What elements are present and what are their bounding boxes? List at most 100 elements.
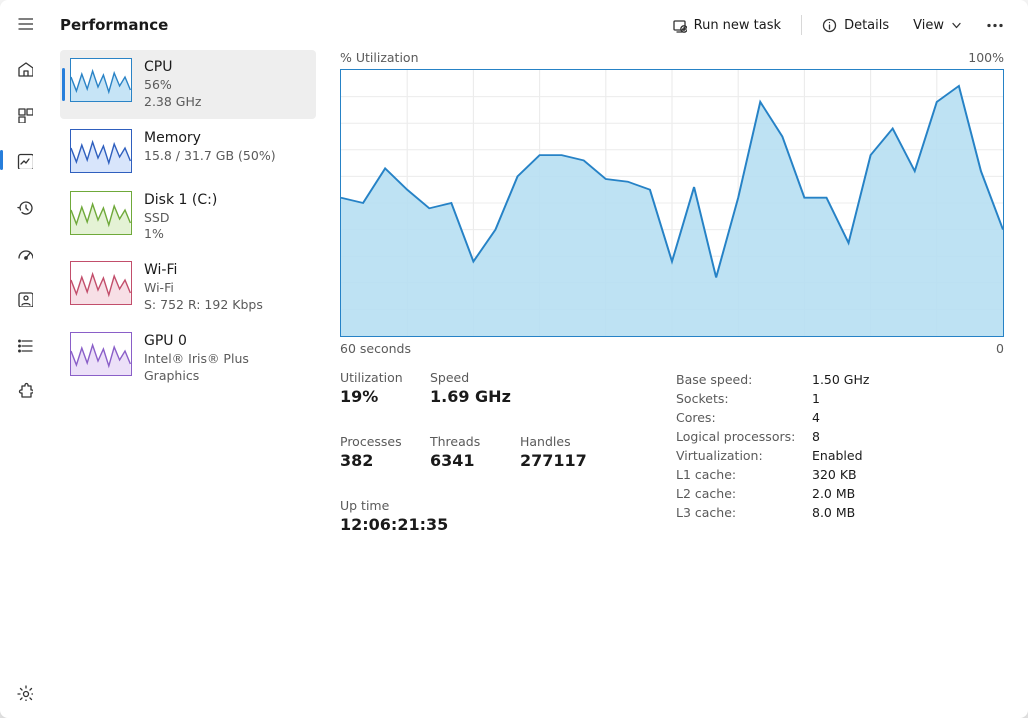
spec-row: L3 cache:8.0 MB bbox=[676, 503, 1004, 522]
nav-home[interactable] bbox=[4, 48, 44, 88]
resource-thumb bbox=[70, 129, 132, 173]
nav-settings[interactable] bbox=[4, 672, 44, 712]
nav-rail bbox=[0, 0, 48, 718]
stat-utilization: Utilization 19% bbox=[340, 370, 430, 406]
divider bbox=[801, 15, 802, 35]
gauge-icon bbox=[16, 244, 33, 261]
run-task-icon bbox=[672, 18, 687, 33]
performance-icon bbox=[16, 152, 33, 169]
stats-row: Utilization 19% Speed 1.69 GHz Processes… bbox=[340, 370, 1004, 534]
page-title: Performance bbox=[58, 16, 168, 34]
cpu-chart bbox=[340, 69, 1004, 337]
spec-key: Cores: bbox=[676, 410, 812, 425]
view-button[interactable]: View bbox=[905, 12, 970, 39]
resource-card-disk-1-c-[interactable]: Disk 1 (C:)SSD1% bbox=[60, 183, 316, 252]
run-new-task-button[interactable]: Run new task bbox=[664, 12, 789, 39]
stat-speed: Speed 1.69 GHz bbox=[430, 370, 520, 406]
info-icon bbox=[822, 18, 837, 33]
nav-services[interactable] bbox=[4, 370, 44, 410]
spec-key: Virtualization: bbox=[676, 448, 812, 463]
content: CPU56%2.38 GHz Memory15.8 / 31.7 GB (50%)… bbox=[48, 50, 1028, 718]
menu-icon bbox=[16, 14, 33, 31]
spec-row: Virtualization:Enabled bbox=[676, 446, 1004, 465]
stats-left: Utilization 19% Speed 1.69 GHz Processes… bbox=[340, 370, 630, 534]
resource-card-text: GPU 0Intel® Iris® Plus Graphics bbox=[144, 332, 304, 385]
spec-value: 8 bbox=[812, 429, 820, 444]
nav-performance[interactable] bbox=[4, 140, 44, 180]
resource-card-memory[interactable]: Memory15.8 / 31.7 GB (50%) bbox=[60, 121, 316, 181]
nav-processes[interactable] bbox=[4, 94, 44, 134]
details-button[interactable]: Details bbox=[814, 12, 897, 39]
chart-xlabel-right: 0 bbox=[996, 341, 1004, 356]
user-icon bbox=[16, 290, 33, 307]
spec-value: Enabled bbox=[812, 448, 863, 463]
puzzle-icon bbox=[16, 382, 33, 399]
resource-name: GPU 0 bbox=[144, 332, 304, 351]
spec-key: Sockets: bbox=[676, 391, 812, 406]
nav-history[interactable] bbox=[4, 186, 44, 226]
resource-card-gpu-0[interactable]: GPU 0Intel® Iris® Plus Graphics bbox=[60, 324, 316, 393]
stat-processes: Processes 382 bbox=[340, 434, 430, 470]
resource-thumb bbox=[70, 261, 132, 305]
main-area: Performance Run new task Details View CP… bbox=[48, 0, 1028, 718]
stat-uptime: Up time 12:06:21:35 bbox=[340, 498, 510, 534]
home-icon bbox=[16, 60, 33, 77]
resource-card-cpu[interactable]: CPU56%2.38 GHz bbox=[60, 50, 316, 119]
resource-name: Memory bbox=[144, 129, 276, 148]
spec-row: Cores:4 bbox=[676, 408, 1004, 427]
resource-line1: Intel® Iris® Plus Graphics bbox=[144, 351, 304, 385]
performance-panel: % Utilization 100% 60 seconds 0 Utilizat… bbox=[340, 50, 1004, 698]
resource-line1: SSD bbox=[144, 210, 217, 227]
list-icon bbox=[16, 336, 33, 353]
nav-startup[interactable] bbox=[4, 232, 44, 272]
resource-line1: 56% bbox=[144, 77, 201, 94]
spec-list: Base speed:1.50 GHzSockets:1Cores:4Logic… bbox=[676, 370, 1004, 534]
history-icon bbox=[16, 198, 33, 215]
chevron-down-icon bbox=[951, 20, 962, 31]
more-icon bbox=[986, 18, 1004, 33]
spec-value: 320 KB bbox=[812, 467, 857, 482]
resource-name: Disk 1 (C:) bbox=[144, 191, 217, 210]
resource-line1: 15.8 / 31.7 GB (50%) bbox=[144, 148, 276, 165]
header: Performance Run new task Details View bbox=[48, 0, 1028, 50]
resource-line2: 1% bbox=[144, 226, 217, 243]
more-button[interactable] bbox=[978, 9, 1012, 41]
spec-key: L1 cache: bbox=[676, 467, 812, 482]
spec-key: L2 cache: bbox=[676, 486, 812, 501]
spec-key: Logical processors: bbox=[676, 429, 812, 444]
resource-thumb bbox=[70, 191, 132, 235]
resource-card-text: Disk 1 (C:)SSD1% bbox=[144, 191, 217, 244]
resource-name: CPU bbox=[144, 58, 201, 77]
spec-value: 4 bbox=[812, 410, 820, 425]
spec-value: 2.0 MB bbox=[812, 486, 855, 501]
spec-row: Sockets:1 bbox=[676, 389, 1004, 408]
resource-card-text: Memory15.8 / 31.7 GB (50%) bbox=[144, 129, 276, 173]
spec-row: Base speed:1.50 GHz bbox=[676, 370, 1004, 389]
resource-card-text: CPU56%2.38 GHz bbox=[144, 58, 201, 111]
stat-handles: Handles 277117 bbox=[520, 434, 610, 470]
chart-header: % Utilization 100% bbox=[340, 50, 1004, 69]
resource-card-wi-fi[interactable]: Wi-FiWi-FiS: 752 R: 192 Kbps bbox=[60, 253, 316, 322]
resource-name: Wi-Fi bbox=[144, 261, 263, 280]
spec-key: L3 cache: bbox=[676, 505, 812, 520]
nav-users[interactable] bbox=[4, 278, 44, 318]
spec-row: L1 cache:320 KB bbox=[676, 465, 1004, 484]
spec-row: L2 cache:2.0 MB bbox=[676, 484, 1004, 503]
view-label: View bbox=[913, 18, 944, 33]
gear-icon bbox=[16, 684, 33, 701]
spec-row: Logical processors:8 bbox=[676, 427, 1004, 446]
resource-card-text: Wi-FiWi-FiS: 752 R: 192 Kbps bbox=[144, 261, 263, 314]
menu-button[interactable] bbox=[4, 2, 44, 42]
spec-value: 1.50 GHz bbox=[812, 372, 869, 387]
details-label: Details bbox=[844, 18, 889, 33]
stat-threads: Threads 6341 bbox=[430, 434, 520, 470]
resource-thumb bbox=[70, 332, 132, 376]
chart-ylabel: % Utilization bbox=[340, 50, 419, 65]
spec-value: 1 bbox=[812, 391, 820, 406]
nav-details[interactable] bbox=[4, 324, 44, 364]
chart-ymax: 100% bbox=[968, 50, 1004, 65]
run-task-label: Run new task bbox=[694, 18, 781, 33]
grid-icon bbox=[16, 106, 33, 123]
chart-svg bbox=[341, 70, 1003, 336]
chart-footer: 60 seconds 0 bbox=[340, 337, 1004, 370]
